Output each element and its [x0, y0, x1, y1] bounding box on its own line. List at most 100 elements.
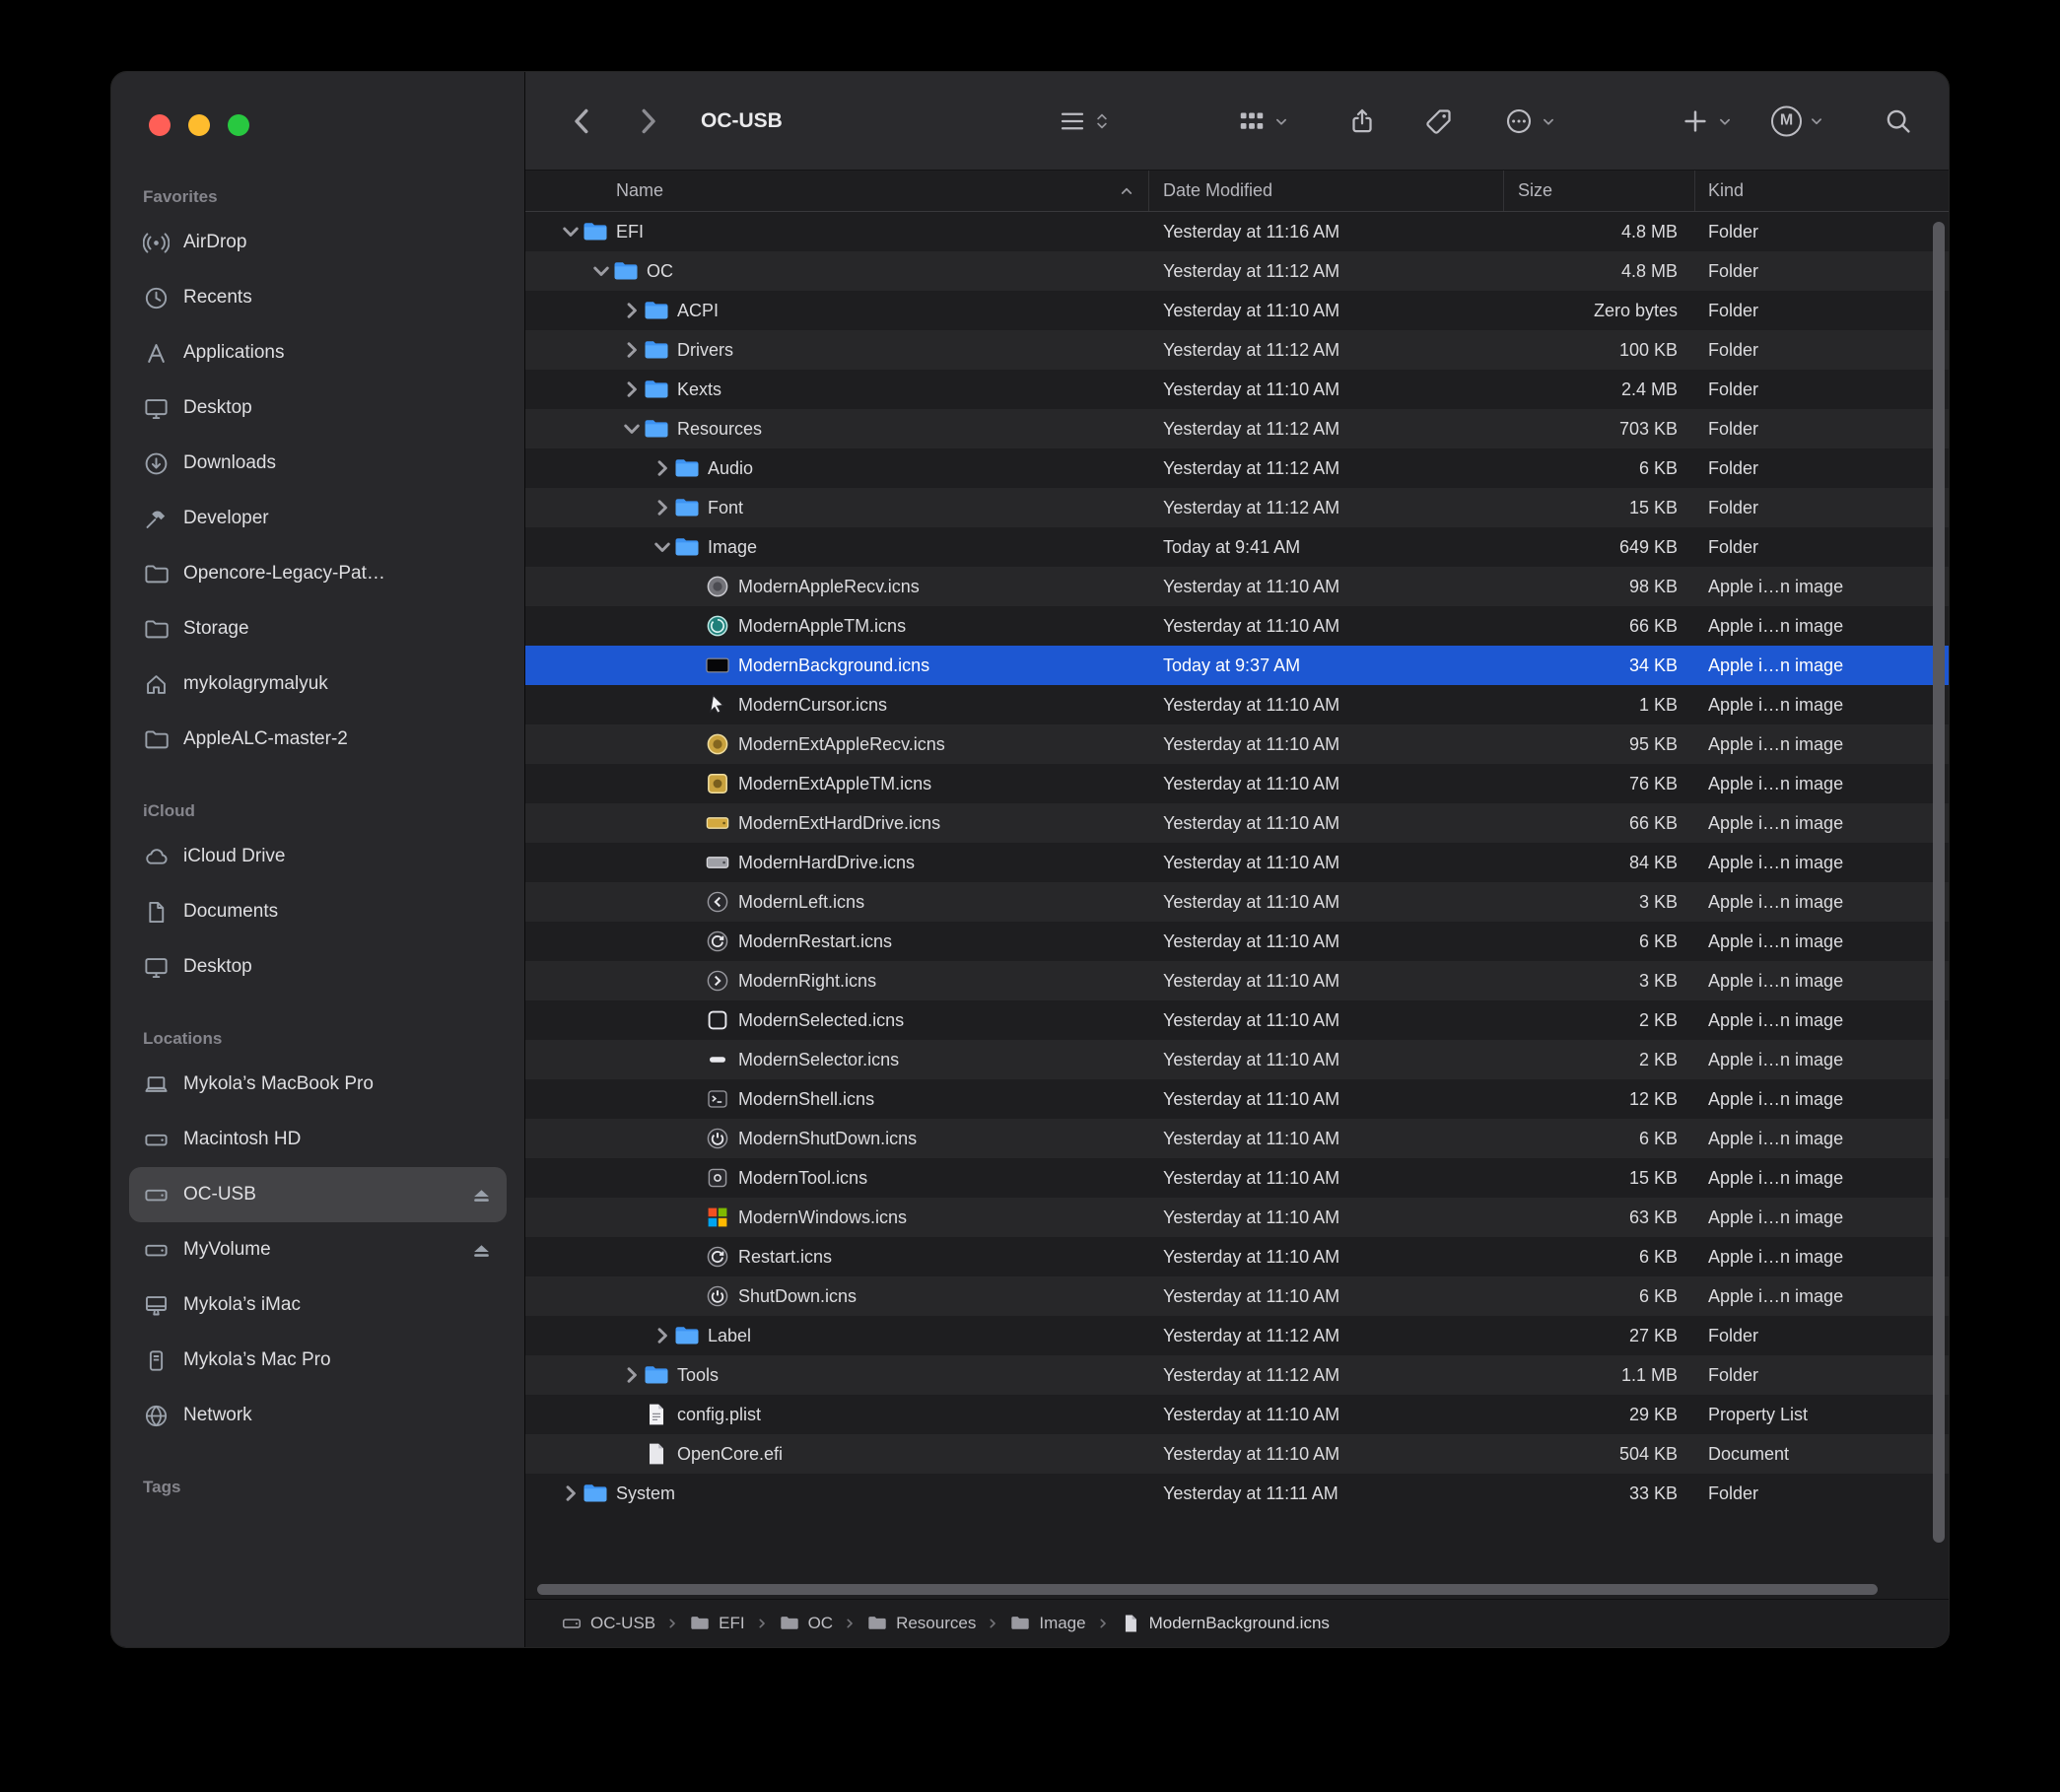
- eject-icon[interactable]: [468, 1182, 495, 1208]
- monogram-button[interactable]: M: [1771, 105, 1824, 136]
- icns-shutdown-icon: [705, 1126, 730, 1151]
- column-header-kind[interactable]: Kind: [1695, 171, 1949, 211]
- sidebar-item-macintosh-hd[interactable]: Macintosh HD: [129, 1112, 507, 1167]
- list-row-modernshutdown-icns[interactable]: ModernShutDown.icnsYesterday at 11:10 AM…: [525, 1119, 1949, 1158]
- back-button[interactable]: [565, 103, 600, 139]
- list-row-tools[interactable]: ToolsYesterday at 11:12 AM1.1 MBFolder: [525, 1355, 1949, 1395]
- list-row-image[interactable]: ImageToday at 9:41 AM649 KBFolder: [525, 527, 1949, 567]
- folder-icon: [644, 377, 669, 402]
- sidebar-item-desktop[interactable]: Desktop: [129, 380, 507, 436]
- minimize-button[interactable]: [188, 114, 210, 136]
- sidebar-item-mykola-s-macbook-pro[interactable]: Mykola’s MacBook Pro: [129, 1057, 507, 1112]
- list-row-opencore-efi[interactable]: OpenCore.efiYesterday at 11:10 AM504 KBD…: [525, 1434, 1949, 1474]
- disclosure-open-icon[interactable]: [651, 538, 674, 556]
- sidebar-item-opencore-legacy-pat[interactable]: Opencore-Legacy-Pat…: [129, 546, 507, 601]
- list-row-resources[interactable]: ResourcesYesterday at 11:12 AM703 KBFold…: [525, 409, 1949, 448]
- sidebar-item-myvolume[interactable]: MyVolume: [129, 1222, 507, 1277]
- list-row-modernharddrive-icns[interactable]: ModernHardDrive.icnsYesterday at 11:10 A…: [525, 843, 1949, 882]
- disclosure-closed-icon[interactable]: [651, 459, 674, 477]
- add-new-icon: [1681, 106, 1710, 136]
- disclosure-open-icon[interactable]: [589, 262, 613, 280]
- column-header-name[interactable]: Name: [525, 171, 1149, 211]
- sidebar-item-storage[interactable]: Storage: [129, 601, 507, 656]
- file-size: 84 KB: [1504, 853, 1695, 873]
- disclosure-closed-icon[interactable]: [620, 302, 644, 319]
- disclosure-open-icon[interactable]: [620, 420, 644, 438]
- list-row-audio[interactable]: AudioYesterday at 11:12 AM6 KBFolder: [525, 448, 1949, 488]
- tag-button[interactable]: [1424, 106, 1454, 136]
- disclosure-closed-icon[interactable]: [620, 1366, 644, 1384]
- sidebar-item-recents[interactable]: Recents: [129, 270, 507, 325]
- file-kind: Apple i…n image: [1695, 695, 1949, 716]
- indent-spacer: [525, 862, 681, 863]
- sidebar-item-oc-usb[interactable]: OC-USB: [129, 1167, 507, 1222]
- column-header-date[interactable]: Date Modified: [1149, 171, 1504, 211]
- list-row-modernrestart-icns[interactable]: ModernRestart.icnsYesterday at 11:10 AM6…: [525, 922, 1949, 961]
- list-row-modernright-icns[interactable]: ModernRight.icnsYesterday at 11:10 AM3 K…: [525, 961, 1949, 1000]
- list-row-config-plist[interactable]: config.plistYesterday at 11:10 AM29 KBPr…: [525, 1395, 1949, 1434]
- breadcrumb-item-efi[interactable]: EFI: [689, 1613, 744, 1634]
- breadcrumb-item-oc[interactable]: OC: [779, 1613, 834, 1634]
- breadcrumb-item-modernbackground-icns[interactable]: ModernBackground.icns: [1120, 1613, 1330, 1634]
- vertical-scrollbar[interactable]: [1933, 222, 1945, 1543]
- breadcrumb-item-oc-usb[interactable]: OC-USB: [561, 1613, 655, 1634]
- list-row-drivers[interactable]: DriversYesterday at 11:12 AM100 KBFolder: [525, 330, 1949, 370]
- list-row-modernextharddrive-icns[interactable]: ModernExtHardDrive.icnsYesterday at 11:1…: [525, 803, 1949, 843]
- more-options-button[interactable]: [1504, 106, 1556, 136]
- disclosure-closed-icon[interactable]: [620, 380, 644, 398]
- list-row-modernleft-icns[interactable]: ModernLeft.icnsYesterday at 11:10 AM3 KB…: [525, 882, 1949, 922]
- close-button[interactable]: [149, 114, 171, 136]
- share-button[interactable]: [1347, 106, 1377, 136]
- disclosure-closed-icon[interactable]: [651, 499, 674, 517]
- list-row-label[interactable]: LabelYesterday at 11:12 AM27 KBFolder: [525, 1316, 1949, 1355]
- list-row-shutdown-icns[interactable]: ShutDown.icnsYesterday at 11:10 AM6 KBAp…: [525, 1276, 1949, 1316]
- sidebar-item-network[interactable]: Network: [129, 1388, 507, 1443]
- disclosure-closed-icon[interactable]: [559, 1484, 583, 1502]
- group-by-button[interactable]: [1237, 106, 1289, 136]
- disclosure-open-icon[interactable]: [559, 223, 583, 241]
- sidebar-item-desktop[interactable]: Desktop: [129, 939, 507, 995]
- sidebar-item-applications[interactable]: Applications: [129, 325, 507, 380]
- breadcrumb-item-image[interactable]: Image: [1009, 1613, 1085, 1634]
- sidebar-item-mykola-s-mac-pro[interactable]: Mykola’s Mac Pro: [129, 1333, 507, 1388]
- zoom-button[interactable]: [228, 114, 249, 136]
- sidebar-item-developer[interactable]: Developer: [129, 491, 507, 546]
- list-row-modernapplerecv-icns[interactable]: ModernAppleRecv.icnsYesterday at 11:10 A…: [525, 567, 1949, 606]
- list-row-oc[interactable]: OCYesterday at 11:12 AM4.8 MBFolder: [525, 251, 1949, 291]
- forward-button[interactable]: [630, 103, 665, 139]
- column-header-size[interactable]: Size: [1504, 171, 1695, 211]
- list-row-modernwindows-icns[interactable]: ModernWindows.icnsYesterday at 11:10 AM6…: [525, 1198, 1949, 1237]
- list-row-efi[interactable]: EFIYesterday at 11:16 AM4.8 MBFolder: [525, 212, 1949, 251]
- breadcrumb-item-resources[interactable]: Resources: [866, 1613, 976, 1634]
- list-row-restart-icns[interactable]: Restart.icnsYesterday at 11:10 AM6 KBApp…: [525, 1237, 1949, 1276]
- list-row-modernshell-icns[interactable]: ModernShell.icnsYesterday at 11:10 AM12 …: [525, 1079, 1949, 1119]
- disclosure-closed-icon[interactable]: [620, 341, 644, 359]
- horizontal-scrollbar[interactable]: [537, 1584, 1878, 1595]
- sidebar-item-icloud-drive[interactable]: iCloud Drive: [129, 829, 507, 884]
- list-row-kexts[interactable]: KextsYesterday at 11:10 AM2.4 MBFolder: [525, 370, 1949, 409]
- list-row-modernappletm-icns[interactable]: ModernAppleTM.icnsYesterday at 11:10 AM6…: [525, 606, 1949, 646]
- list-row-modernselected-icns[interactable]: ModernSelected.icnsYesterday at 11:10 AM…: [525, 1000, 1949, 1040]
- list-row-modernbackground-icns[interactable]: ModernBackground.icnsToday at 9:37 AM34 …: [525, 646, 1949, 685]
- toolbar: OC-USB M: [525, 72, 1949, 171]
- search-button[interactable]: [1884, 106, 1913, 136]
- list-view-button[interactable]: [1058, 106, 1110, 136]
- list-row-moderntool-icns[interactable]: ModernTool.icnsYesterday at 11:10 AM15 K…: [525, 1158, 1949, 1198]
- list-row-font[interactable]: FontYesterday at 11:12 AM15 KBFolder: [525, 488, 1949, 527]
- add-new-button[interactable]: [1681, 106, 1733, 136]
- sidebar-item-documents[interactable]: Documents: [129, 884, 507, 939]
- list-row-modernselector-icns[interactable]: ModernSelector.icnsYesterday at 11:10 AM…: [525, 1040, 1949, 1079]
- list-row-acpi[interactable]: ACPIYesterday at 11:10 AMZero bytesFolde…: [525, 291, 1949, 330]
- sidebar-item-mykolagrymalyuk[interactable]: mykolagrymalyuk: [129, 656, 507, 712]
- list-row-system[interactable]: SystemYesterday at 11:11 AM33 KBFolder: [525, 1474, 1949, 1513]
- sidebar-item-applealc-master-2[interactable]: AppleALC-master-2: [129, 712, 507, 767]
- file-size: 100 KB: [1504, 340, 1695, 361]
- sidebar-item-downloads[interactable]: Downloads: [129, 436, 507, 491]
- list-row-modernextappletm-icns[interactable]: ModernExtAppleTM.icnsYesterday at 11:10 …: [525, 764, 1949, 803]
- list-row-modernextapplerecv-icns[interactable]: ModernExtAppleRecv.icnsYesterday at 11:1…: [525, 724, 1949, 764]
- disclosure-closed-icon[interactable]: [651, 1327, 674, 1344]
- list-row-moderncursor-icns[interactable]: ModernCursor.icnsYesterday at 11:10 AM1 …: [525, 685, 1949, 724]
- sidebar-item-airdrop[interactable]: AirDrop: [129, 215, 507, 270]
- sidebar-item-mykola-s-imac[interactable]: Mykola’s iMac: [129, 1277, 507, 1333]
- eject-icon[interactable]: [468, 1237, 495, 1264]
